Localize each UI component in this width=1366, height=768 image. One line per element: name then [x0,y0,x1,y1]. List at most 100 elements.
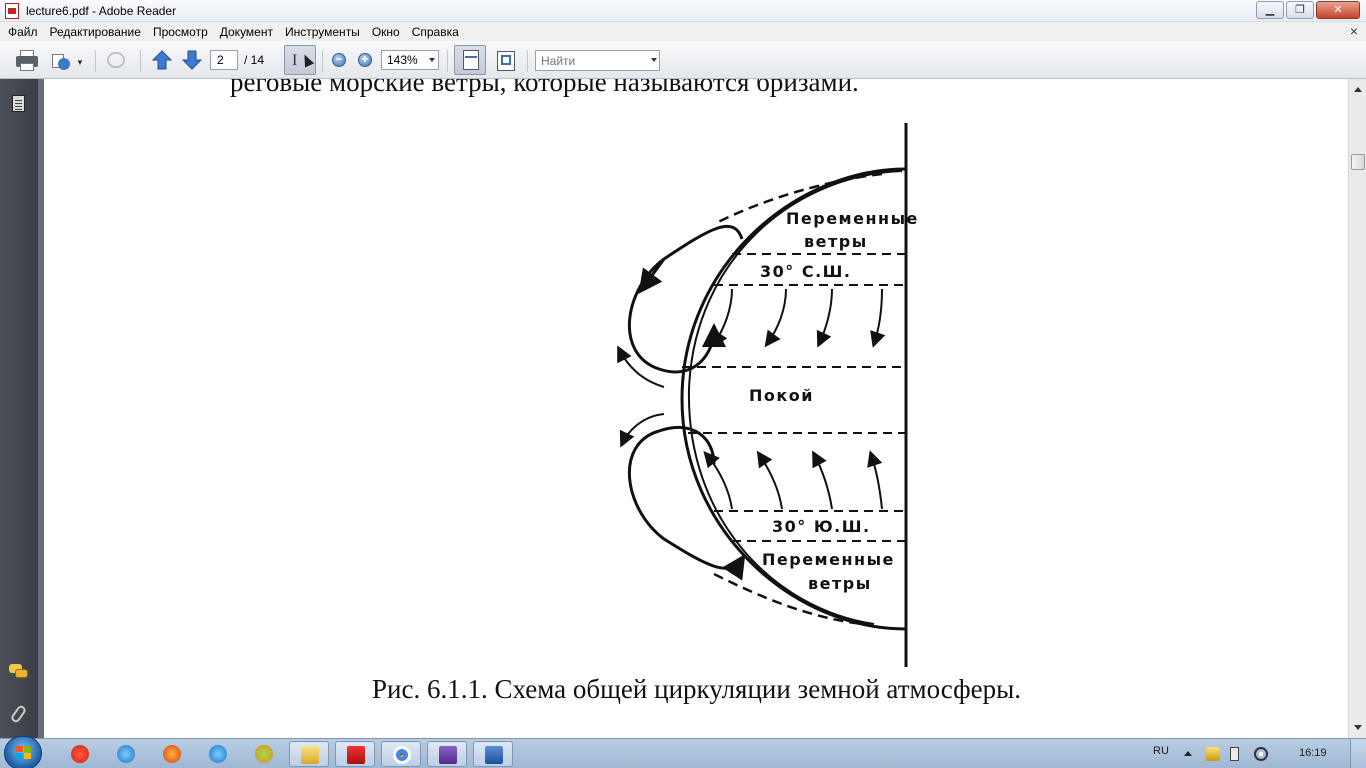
internet-explorer-icon [117,745,135,763]
firefox-icon [163,745,181,763]
vertical-scrollbar[interactable] [1348,79,1366,738]
window-controls: ▁ ❐ ✕ [1256,1,1360,19]
taskbar-chrome[interactable] [381,741,421,767]
toolbar-separator [140,50,141,72]
menu-bar: Файл Редактирование Просмотр Документ Ин… [0,22,1366,41]
select-tool-button[interactable]: I [284,45,316,75]
page-scroll-icon [463,50,479,70]
taskbar-word[interactable] [473,741,513,767]
atmosphere-circulation-figure: Переменные ветры 30° С.Ш. Покой 30° Ю.Ш.… [617,123,917,667]
zoom-level-select[interactable]: 143% [381,50,439,70]
menu-view[interactable]: Просмотр [147,25,214,39]
windows-logo-yellow [24,753,31,759]
scroll-down-button[interactable] [1350,719,1366,736]
action-center-icon[interactable] [1206,747,1220,761]
figure-arrow-north-4 [870,288,886,348]
close-button[interactable]: ✕ [1316,1,1360,19]
menu-window[interactable]: Окно [366,25,406,39]
figure-label-variable-bottom-2: ветры [808,574,872,593]
zoom-out-button[interactable] [330,51,350,71]
collaborate-icon-person [58,58,70,70]
review-button[interactable] [104,48,130,74]
figure-caption: Рис. 6.1.1. Схема общей циркуляции земно… [372,674,1021,704]
title-bar: lecture6.pdf - Adobe Reader ▁ ❐ ✕ [0,0,1366,22]
cursor-icon [299,52,315,68]
print-button[interactable] [14,48,40,74]
taskbar-media-app[interactable] [244,741,284,767]
windows-logo-green [24,746,31,752]
figure-arrow-south-2 [756,450,783,510]
minimize-button[interactable]: ▁ [1256,1,1284,19]
figure-north-loop [627,224,744,374]
scroll-up-button[interactable] [1350,81,1366,98]
page-number-input[interactable] [210,50,238,70]
pages-icon [12,95,25,112]
toolbar-separator [527,50,528,72]
internet-explorer-icon [209,745,227,763]
figure-south-loop [627,425,746,581]
zoom-out-icon [332,52,346,67]
word-icon [485,746,503,764]
taskbar-firefox[interactable] [152,741,192,767]
menu-help[interactable]: Справка [406,25,465,39]
figure-label-variable-top-2: ветры [804,232,868,251]
figure-label-variable-bottom-1: Переменные [762,550,895,569]
language-indicator[interactable]: RU [1153,745,1169,757]
previous-page-button[interactable] [150,48,174,74]
restore-icon: ❐ [1295,4,1305,16]
taskbar-visual-studio[interactable] [427,741,467,767]
figure-north-loop-arrow [638,258,666,294]
taskbar-internet-explorer[interactable] [106,741,146,767]
taskbar-explorer[interactable] [289,741,329,767]
menu-tools[interactable]: Инструменты [279,25,366,39]
fit-window-button[interactable] [494,48,518,74]
figure-label-30n: 30° С.Ш. [760,262,852,281]
zoom-in-button[interactable] [356,51,376,71]
taskbar-yandex-browser[interactable] [60,741,100,767]
show-desktop-button[interactable] [1350,739,1366,768]
scroll-thumb[interactable] [1351,154,1365,170]
toolbar-separator [95,50,96,72]
next-page-button[interactable] [180,48,204,74]
document-view[interactable]: реговые морские ветры, которые называютс… [44,79,1348,738]
toolbar-separator [322,50,323,72]
figure-label-calm: Покой [749,386,814,405]
figure-arrow-south-4 [867,450,883,510]
collaborate-button[interactable]: ▼ [50,48,88,74]
taskbar: RU 16:19 [0,736,1366,768]
chevron-down-icon [429,58,435,62]
menu-document[interactable]: Документ [214,25,279,39]
review-icon [107,52,125,68]
scroll-mode-button[interactable] [454,45,486,75]
taskbar-internet-explorer-2[interactable] [198,741,238,767]
search-dropdown-icon[interactable] [651,58,657,62]
attachments-panel-button[interactable] [9,704,29,724]
figure-arrow-south-1 [703,450,733,510]
taskbar-adobe-reader[interactable] [335,741,375,767]
yandex-icon [71,745,89,763]
show-hidden-icons-icon[interactable] [1184,751,1192,756]
zoom-level-value: 143% [387,53,418,67]
figure-label-30s: 30° Ю.Ш. [772,517,871,536]
menu-file[interactable]: Файл [2,25,44,39]
text-select-icon: I [292,52,298,69]
start-button[interactable] [4,736,42,768]
restore-button[interactable]: ❐ [1286,1,1314,19]
figure-arrow-north-2 [764,288,787,348]
page-total: / 14 [244,53,265,67]
windows-logo-icon [16,746,32,760]
search-input[interactable] [535,50,660,71]
network-icon[interactable] [1254,747,1268,761]
adobe-reader-icon [347,746,365,764]
figure-arrow-north-1 [711,288,733,348]
comments-panel-button[interactable] [9,662,29,682]
close-icon: ✕ [1333,4,1343,16]
document-close-icon[interactable]: × [1350,23,1358,39]
zoom-in-icon [358,52,372,67]
toolbar: ▼ [0,41,1366,79]
pages-panel-button[interactable] [9,94,29,114]
battery-icon[interactable] [1230,747,1239,761]
menu-edit[interactable]: Редактирование [44,25,147,39]
clock[interactable]: 16:19 [1299,747,1327,759]
chrome-icon [393,746,411,764]
